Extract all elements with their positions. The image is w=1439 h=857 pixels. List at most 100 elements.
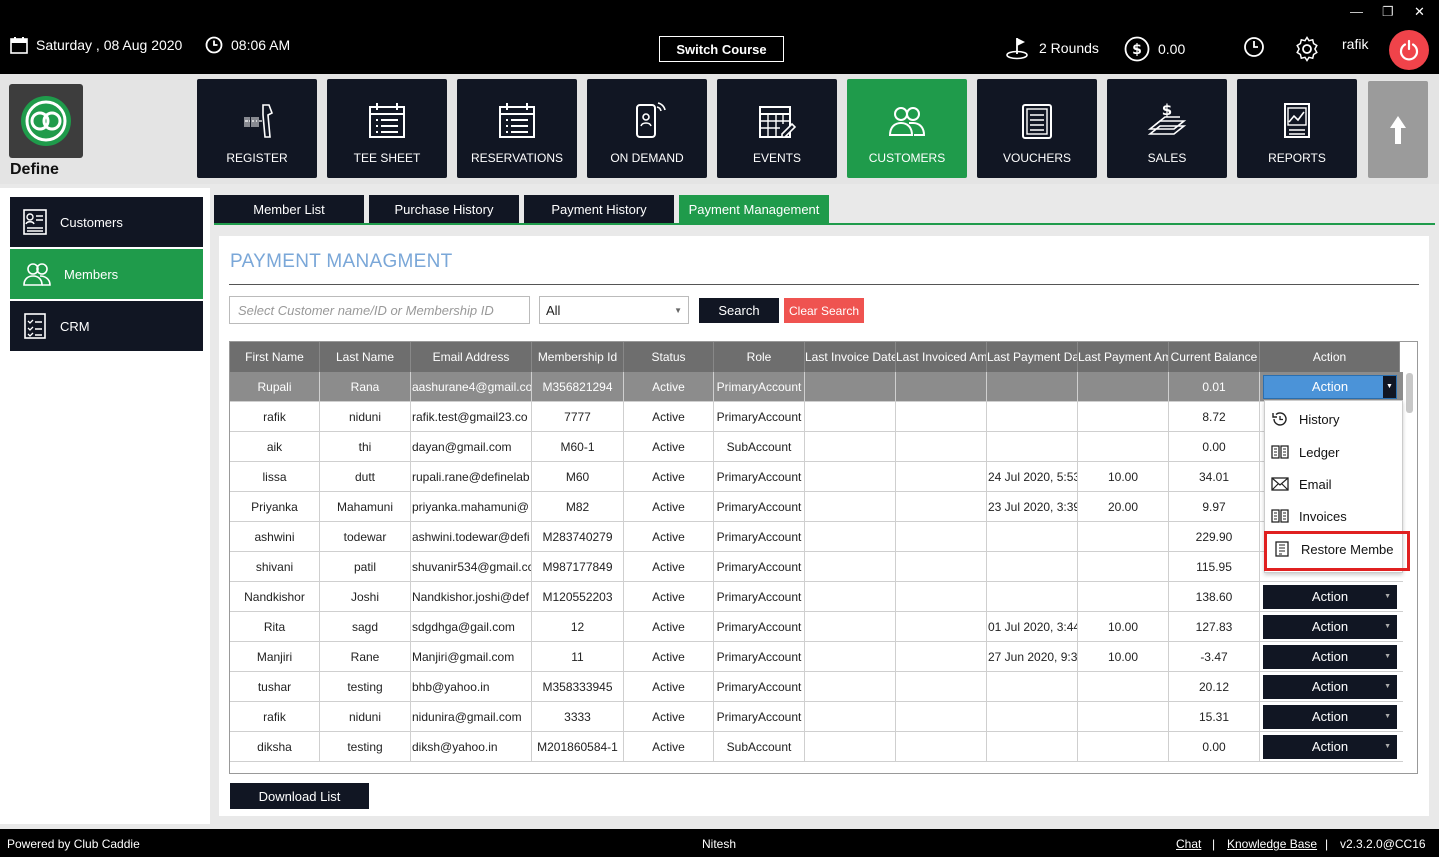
- table-row[interactable]: Rita sagd sdgdhga@gail.com 12 Active PrimaryA…: [230, 612, 1405, 642]
- table-cell: [896, 522, 987, 551]
- collapse-nav-button[interactable]: [1368, 81, 1428, 178]
- action-dropdown[interactable]: Action ▼: [1263, 674, 1397, 699]
- scrollbar-thumb[interactable]: [1406, 373, 1413, 413]
- table-row[interactable]: Priyanka Mahamuni priyanka.mahamuni@ M82 Act…: [230, 492, 1405, 522]
- history-clock-button[interactable]: [1243, 36, 1265, 58]
- knowledge-base-link[interactable]: Knowledge Base: [1227, 837, 1317, 851]
- action-cell: Action ▼: [1260, 702, 1400, 731]
- action-label: Action: [1311, 589, 1349, 604]
- search-input[interactable]: Select Customer name/ID or Membership ID: [229, 296, 530, 324]
- user-name[interactable]: rafik: [1342, 36, 1368, 52]
- table-body: Rupali Rana aashurane4@gmail.co M356821294 A…: [230, 372, 1405, 762]
- rounds-display[interactable]: 2 Rounds: [1005, 36, 1099, 60]
- tab-payment-management[interactable]: Payment Management: [679, 195, 829, 223]
- table-cell: [987, 702, 1078, 731]
- column-header[interactable]: Membership Id: [532, 342, 624, 372]
- search-button[interactable]: Search: [699, 298, 779, 323]
- clear-search-button[interactable]: Clear Search: [784, 298, 864, 323]
- title-divider: [229, 284, 1419, 285]
- table-cell: [1078, 432, 1169, 461]
- action-dropdown[interactable]: Action ▼: [1263, 614, 1397, 639]
- nav-reservations[interactable]: RESERVATIONS: [457, 79, 577, 178]
- table-cell: PrimaryAccount: [714, 612, 805, 641]
- menu-item-email[interactable]: Email: [1271, 476, 1332, 492]
- tab-purchase-history[interactable]: Purchase History: [369, 195, 519, 223]
- column-header[interactable]: Last Invoice Date: [805, 342, 896, 372]
- table-cell: [896, 492, 987, 521]
- action-dropdown[interactable]: Action ▼: [1263, 734, 1397, 759]
- calendar-edit-icon: [759, 106, 797, 138]
- table-cell: lissa: [230, 462, 320, 491]
- nav-sales[interactable]: $ SALES: [1107, 79, 1227, 178]
- table-row[interactable]: aik thi dayan@gmail.com M60-1 Active SubAccou…: [230, 432, 1405, 462]
- balance-display[interactable]: $ 0.00: [1124, 36, 1185, 62]
- column-header[interactable]: Last Payment Am: [1078, 342, 1169, 372]
- sidebar-item-members[interactable]: Members: [10, 249, 203, 299]
- table-cell: [805, 702, 896, 731]
- menu-item-invoices[interactable]: Invoices: [1271, 508, 1347, 524]
- minimize-button[interactable]: —: [1350, 4, 1363, 19]
- column-header[interactable]: Email Address: [411, 342, 532, 372]
- action-dropdown[interactable]: Action ▼: [1263, 374, 1397, 399]
- action-dropdown[interactable]: Action ▼: [1263, 644, 1397, 669]
- table-cell: patil: [320, 552, 411, 581]
- table-row[interactable]: Rupali Rana aashurane4@gmail.co M356821294 A…: [230, 372, 1405, 402]
- chat-link[interactable]: Chat: [1176, 837, 1201, 851]
- nav-vouchers[interactable]: VOUCHERS: [977, 79, 1097, 178]
- switch-course-button[interactable]: Switch Course: [659, 36, 784, 62]
- table-cell: Joshi: [320, 582, 411, 611]
- nav-register[interactable]: REGISTER: [197, 79, 317, 178]
- sidebar-item-crm[interactable]: CRM: [10, 301, 203, 351]
- table-cell: shivani: [230, 552, 320, 581]
- table-cell: [805, 732, 896, 761]
- nav-reports[interactable]: REPORTS: [1237, 79, 1357, 178]
- menu-item-ledger[interactable]: Ledger: [1271, 444, 1339, 460]
- email-icon: [1271, 477, 1289, 491]
- column-header[interactable]: Last Payment Dat: [987, 342, 1078, 372]
- table-cell: [805, 522, 896, 551]
- table-cell: 20.12: [1169, 672, 1260, 701]
- table-row[interactable]: rafik niduni nidunira@gmail.com 3333 Active P…: [230, 702, 1405, 732]
- power-icon: [1399, 39, 1419, 61]
- settings-button[interactable]: [1294, 36, 1320, 62]
- column-header[interactable]: Last Name: [320, 342, 411, 372]
- tab-payment-history[interactable]: Payment History: [524, 195, 674, 223]
- column-header[interactable]: Action: [1260, 342, 1400, 372]
- table-row[interactable]: Manjiri Rane Manjiri@gmail.com 11 Active Prim…: [230, 642, 1405, 672]
- close-button[interactable]: ✕: [1414, 4, 1425, 20]
- table-row[interactable]: rafik niduni rafik.test@gmail23.co 7777 Acti…: [230, 402, 1405, 432]
- nav-on-demand[interactable]: ON DEMAND: [587, 79, 707, 178]
- table-cell: 127.83: [1169, 612, 1260, 641]
- nav-customers[interactable]: CUSTOMERS: [847, 79, 967, 178]
- table-cell: SubAccount: [714, 432, 805, 461]
- column-header[interactable]: First Name: [230, 342, 320, 372]
- download-list-button[interactable]: Download List: [230, 783, 369, 809]
- table-cell: [987, 402, 1078, 431]
- column-header[interactable]: Status: [624, 342, 714, 372]
- vertical-scrollbar[interactable]: [1403, 371, 1417, 773]
- table-cell: aik: [230, 432, 320, 461]
- tab-member-list[interactable]: Member List: [214, 195, 364, 223]
- table-cell: [896, 372, 987, 401]
- table-row[interactable]: ashwini todewar ashwini.todewar@defi M28374…: [230, 522, 1405, 552]
- menu-item-history[interactable]: History: [1271, 411, 1339, 427]
- status-filter-select[interactable]: All ▼: [539, 296, 689, 324]
- table-row[interactable]: Nandkishor Joshi Nandkishor.joshi@def M1205…: [230, 582, 1405, 612]
- table-row[interactable]: tushar testing bhb@yahoo.in M358333945 Activ…: [230, 672, 1405, 702]
- table-cell: [1078, 552, 1169, 581]
- action-dropdown[interactable]: Action ▼: [1263, 704, 1397, 729]
- action-dropdown[interactable]: Action ▼: [1263, 584, 1397, 609]
- restore-button[interactable]: ❐: [1382, 4, 1394, 20]
- table-row[interactable]: diksha testing diksh@yahoo.in M201860584-1 A…: [230, 732, 1405, 762]
- chevron-down-icon: ▼: [1384, 743, 1391, 750]
- power-button[interactable]: [1389, 30, 1429, 70]
- nav-tee-sheet[interactable]: TEE SHEET: [327, 79, 447, 178]
- action-label: Action: [1311, 619, 1349, 634]
- nav-events[interactable]: EVENTS: [717, 79, 837, 178]
- column-header[interactable]: Current Balance: [1169, 342, 1260, 372]
- table-row[interactable]: lissa dutt rupali.rane@definelab M60 Active P…: [230, 462, 1405, 492]
- column-header[interactable]: Role: [714, 342, 805, 372]
- table-row[interactable]: shivani patil shuvanir534@gmail.cc M9871778…: [230, 552, 1405, 582]
- column-header[interactable]: Last Invoiced Am: [896, 342, 987, 372]
- sidebar-item-customers[interactable]: Customers: [10, 197, 203, 247]
